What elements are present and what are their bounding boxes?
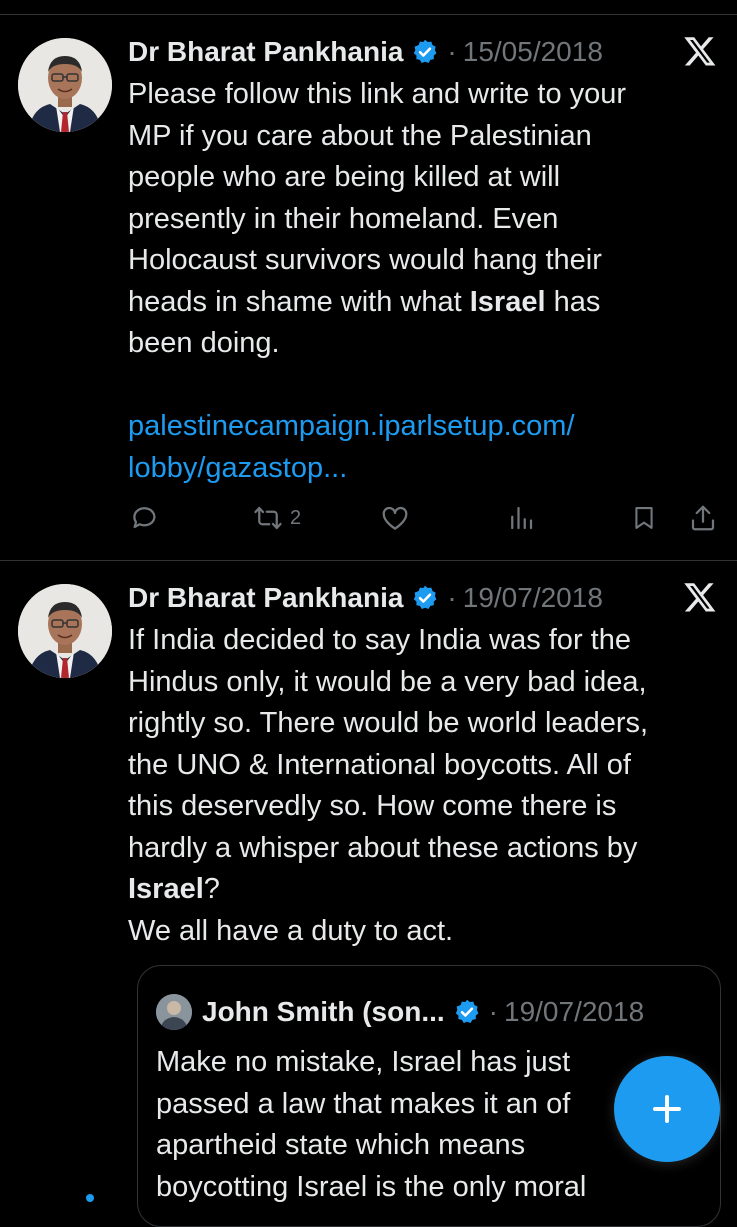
tweet-1[interactable]: Dr Bharat Pankhania · 15/05/2018 Please … bbox=[0, 0, 737, 560]
like-icon bbox=[382, 506, 408, 530]
text-line: MP if you care about the Palestinian bbox=[128, 119, 592, 152]
author-avatar[interactable] bbox=[18, 38, 112, 132]
x-logo-icon bbox=[683, 34, 717, 68]
tweet-date[interactable]: 15/05/2018 bbox=[463, 36, 603, 68]
text-line: If India decided to say India was for th… bbox=[128, 624, 631, 656]
tweet-header: Dr Bharat Pankhania · 15/05/2018 bbox=[128, 32, 603, 72]
author-avatar[interactable] bbox=[18, 584, 112, 678]
verified-badge-icon bbox=[453, 998, 481, 1026]
separator-dot: · bbox=[447, 36, 457, 67]
text-line: rightly so. There would be world leaders… bbox=[128, 707, 649, 739]
quote-author-avatar bbox=[156, 994, 192, 1030]
compose-button[interactable] bbox=[614, 1056, 720, 1162]
text-segment: has bbox=[545, 285, 601, 318]
quote-author-name: John Smith (son... bbox=[202, 996, 445, 1027]
notification-dot bbox=[86, 1194, 94, 1202]
like-button[interactable] bbox=[380, 498, 410, 538]
text-line: Israel? bbox=[128, 869, 718, 911]
share-icon bbox=[691, 505, 715, 531]
views-icon bbox=[511, 506, 533, 530]
text-line: Please follow this link and write to you… bbox=[128, 78, 627, 110]
tweet-link[interactable]: palestinecampaign.iparlsetup.com/ lobby/… bbox=[128, 406, 718, 489]
text-line: this deservedly so. How come there is bbox=[128, 790, 617, 822]
text-line: hardly a whisper about these actions by bbox=[128, 831, 638, 864]
plus-icon bbox=[653, 1095, 681, 1123]
text-line: presently in their homeland. Even bbox=[128, 202, 559, 235]
highlighted-term: Israel bbox=[128, 873, 204, 905]
retweet-icon bbox=[254, 506, 282, 530]
quote-date: 19/07/2018 bbox=[504, 996, 645, 1027]
reply-icon bbox=[133, 507, 156, 529]
tweet-text: If India decided to say India was for th… bbox=[128, 620, 718, 952]
author-name[interactable]: Dr Bharat Pankhania bbox=[128, 36, 403, 68]
retweet-button[interactable]: 2 bbox=[252, 498, 301, 538]
link-line[interactable]: lobby/gazastop... bbox=[128, 448, 718, 490]
text-line: the UNO & International boycotts. All of bbox=[128, 748, 631, 781]
share-button[interactable] bbox=[688, 498, 718, 538]
tweet-date[interactable]: 19/07/2018 bbox=[463, 582, 603, 614]
text-line: heads in shame with what Israel has bbox=[128, 282, 718, 324]
tweet-text: Please follow this link and write to you… bbox=[128, 74, 718, 489]
separator-dot: · bbox=[488, 996, 498, 1027]
text-line: people who are being killed at will bbox=[128, 161, 561, 193]
author-name[interactable]: Dr Bharat Pankhania bbox=[128, 582, 403, 614]
separator-dot: · bbox=[447, 582, 457, 613]
retweet-count: 2 bbox=[290, 506, 302, 529]
highlighted-term: Israel bbox=[469, 285, 546, 318]
link-line[interactable]: palestinecampaign.iparlsetup.com/ bbox=[128, 406, 718, 448]
text-line: Holocaust survivors would hang their bbox=[128, 244, 602, 276]
text-line: been doing. bbox=[128, 327, 280, 359]
text-segment: heads in shame with what bbox=[128, 285, 470, 318]
views-button[interactable] bbox=[506, 498, 536, 538]
quote-header: John Smith (son... · 19/07/2018 bbox=[156, 994, 644, 1030]
x-logo-icon bbox=[683, 580, 717, 614]
text-segment: ? bbox=[203, 873, 220, 905]
verified-badge-icon bbox=[411, 38, 439, 66]
verified-badge-icon bbox=[411, 584, 439, 612]
reply-button[interactable] bbox=[130, 498, 160, 538]
tweet-header: Dr Bharat Pankhania · 19/07/2018 bbox=[128, 578, 603, 618]
text-line: boycotting Israel is the only moral bbox=[156, 1170, 587, 1203]
text-line: We all have a duty to act. bbox=[128, 914, 454, 947]
tweet-actions: 2 bbox=[128, 498, 720, 538]
bookmark-button[interactable] bbox=[630, 498, 658, 538]
bookmark-icon bbox=[635, 507, 653, 529]
text-line: Hindus only, it would be a very bad idea… bbox=[128, 665, 647, 698]
